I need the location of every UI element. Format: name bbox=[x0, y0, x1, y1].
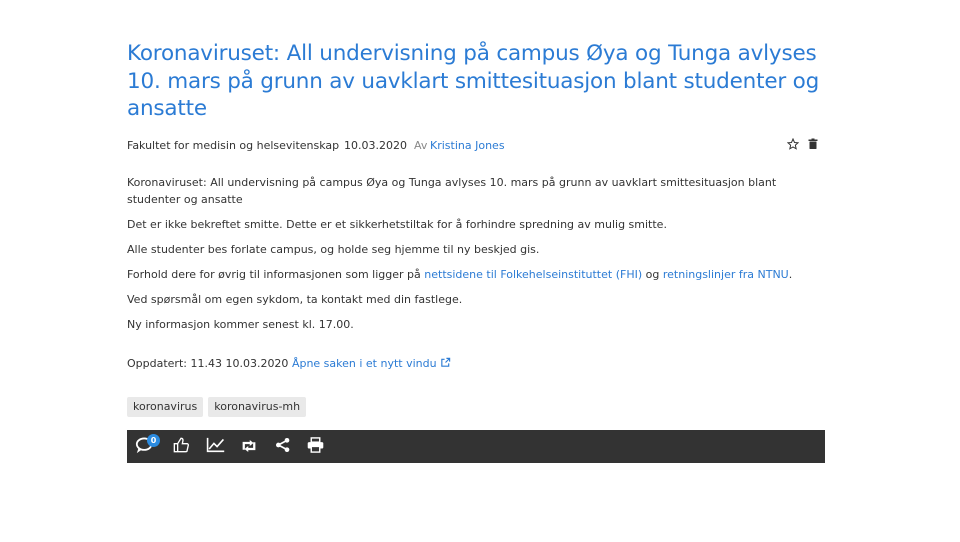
print-button[interactable] bbox=[305, 437, 325, 457]
article-title: Koronaviruset: All undervisning på campu… bbox=[127, 41, 820, 121]
repost-button[interactable] bbox=[239, 437, 259, 457]
faculty-label: Fakultet for medisin og helsevitenskap bbox=[127, 139, 340, 152]
author-link[interactable]: Kristina Jones bbox=[430, 139, 505, 152]
updated-line: Oppdatert: 11.43 10.03.2020 Åpne saken i… bbox=[127, 357, 451, 370]
like-button[interactable] bbox=[171, 437, 191, 457]
tag-list: koronavirus koronavirus-mh bbox=[127, 397, 307, 417]
article-actions bbox=[786, 137, 819, 150]
share-button[interactable] bbox=[273, 437, 293, 457]
thumbs-up-icon bbox=[173, 437, 190, 457]
tag[interactable]: koronavirus bbox=[127, 397, 204, 417]
paragraph-text: og bbox=[642, 268, 663, 281]
chart-icon bbox=[206, 437, 225, 457]
external-link-icon bbox=[440, 357, 451, 370]
social-toolbar: 0 bbox=[127, 430, 825, 463]
article-body: Koronaviruset: All undervisning på campu… bbox=[127, 174, 825, 341]
comment-button[interactable]: 0 bbox=[135, 434, 160, 457]
ntnu-guidelines-link[interactable]: retningslinjer fra NTNU bbox=[663, 268, 789, 281]
paragraph: Koronaviruset: All undervisning på campu… bbox=[127, 176, 777, 206]
star-icon[interactable] bbox=[786, 137, 800, 150]
retweet-icon bbox=[240, 438, 258, 457]
paragraph: Det er ikke bekreftet smitte. Dette er e… bbox=[127, 218, 667, 231]
by-label: Av bbox=[414, 139, 428, 152]
paragraph: Forhold dere for øvrig til informasjonen… bbox=[127, 266, 825, 283]
stats-button[interactable] bbox=[205, 437, 225, 457]
paragraph: Ved spørsmål om egen sykdom, ta kontakt … bbox=[127, 293, 463, 306]
article-meta: Fakultet for medisin og helsevitenskap 1… bbox=[127, 137, 825, 155]
trash-icon[interactable] bbox=[807, 138, 819, 150]
open-link-label: Åpne saken i et nytt vindu bbox=[291, 357, 437, 370]
paragraph: Alle studenter bes forlate campus, og ho… bbox=[127, 243, 540, 256]
updated-label: Oppdatert: 11.43 10.03.2020 bbox=[127, 357, 289, 370]
paragraph-text: . bbox=[788, 268, 793, 281]
article-date: 10.03.2020 bbox=[344, 139, 407, 152]
share-icon bbox=[275, 437, 291, 457]
print-icon bbox=[307, 437, 324, 457]
comment-count-badge: 0 bbox=[147, 434, 160, 447]
paragraph-text: Forhold dere for øvrig til informasjonen… bbox=[127, 268, 425, 281]
tag[interactable]: koronavirus-mh bbox=[208, 397, 307, 417]
paragraph: Ny informasjon kommer senest kl. 17.00. bbox=[127, 318, 354, 331]
fhi-link[interactable]: nettsidene til Folkehelseinstituttet (FH… bbox=[424, 268, 642, 281]
open-new-window-link[interactable]: Åpne saken i et nytt vindu bbox=[292, 357, 451, 370]
